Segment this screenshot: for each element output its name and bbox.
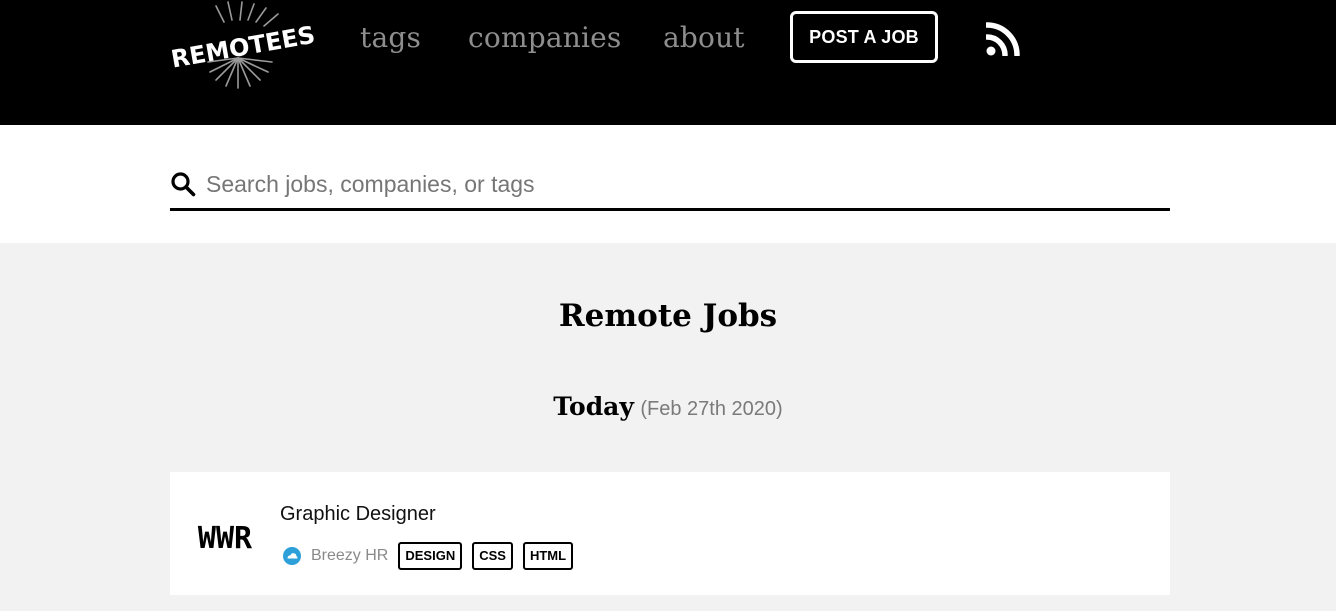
job-card[interactable]: WWR Graphic Designer Breezy HR DESIGN CS…	[170, 472, 1170, 595]
rss-feed-link[interactable]	[984, 22, 1020, 58]
page-title: Remote Jobs	[558, 298, 778, 334]
svg-text:WWR: WWR	[198, 521, 253, 556]
nav-link-about[interactable]: about	[663, 18, 745, 58]
search-icon	[171, 172, 196, 197]
breezy-hr-icon	[283, 547, 301, 565]
search-bar	[170, 163, 1170, 211]
day-heading: Today (Feb 27th 2020)	[0, 388, 1336, 430]
nav-link-tags[interactable]: tags	[360, 18, 421, 58]
logo-sunburst-icon: REMOTEES	[169, 1, 314, 89]
tag-design[interactable]: DESIGN	[398, 542, 463, 570]
site-logo[interactable]: REMOTEES	[168, 0, 314, 92]
job-title[interactable]: Graphic Designer	[280, 502, 436, 526]
top-navigation-bar: REMOTEES tags companies about POST A JOB	[0, 0, 1336, 125]
tag-html[interactable]: HTML	[522, 542, 574, 570]
company-logo: WWR	[198, 521, 253, 556]
search-input[interactable]	[206, 165, 1156, 203]
job-meta: Breezy HR DESIGN CSS HTML	[280, 542, 583, 570]
rss-icon	[984, 22, 1020, 58]
job-source[interactable]: Breezy HR	[311, 547, 388, 565]
post-a-job-button[interactable]: POST A JOB	[790, 11, 938, 63]
search-section	[0, 125, 1336, 243]
day-label: Today	[553, 392, 634, 421]
tag-css[interactable]: CSS	[472, 542, 513, 570]
day-date: (Feb 27th 2020)	[640, 398, 783, 420]
nav-link-companies[interactable]: companies	[468, 18, 621, 58]
